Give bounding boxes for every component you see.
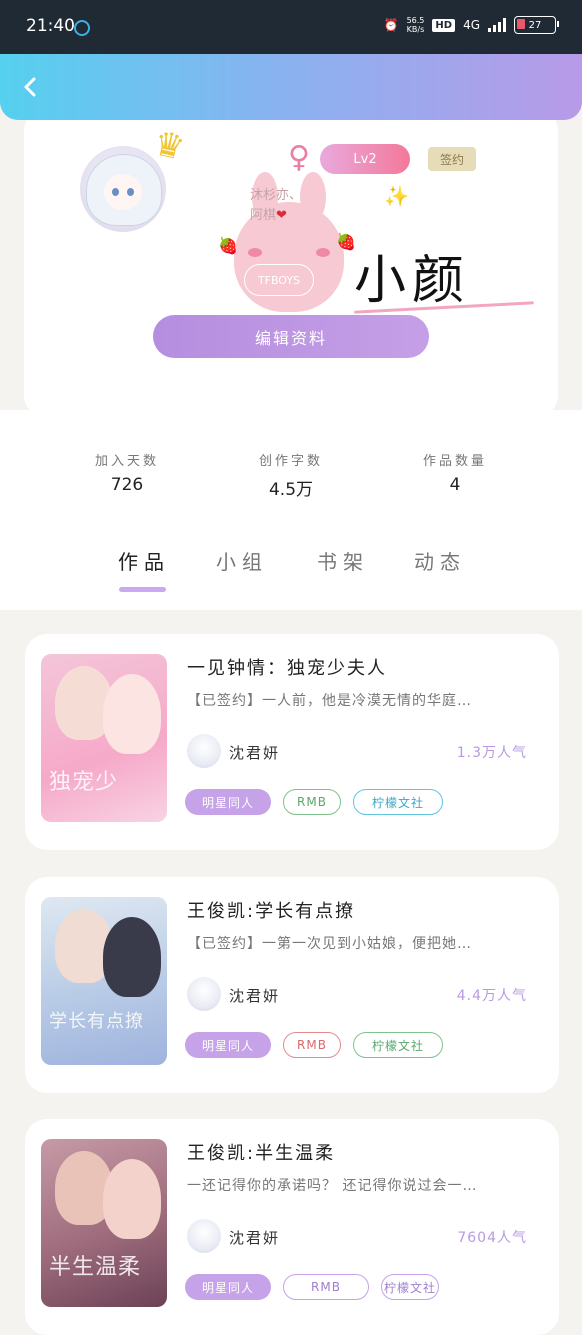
- stat-label: 加入天数: [94, 454, 159, 469]
- popularity-count: 1.3万人气: [456, 745, 527, 761]
- notification-icon: [74, 20, 90, 36]
- female-icon: ♀: [288, 140, 310, 175]
- nickname: 小颜: [354, 251, 471, 311]
- network-speed: 56.5 KB/s: [407, 16, 425, 34]
- author-name: 沈君妍: [229, 744, 281, 762]
- tag-publisher[interactable]: 柠檬文社: [353, 789, 443, 815]
- signed-badge: 签约: [428, 147, 476, 171]
- edit-profile-button[interactable]: 编辑资料: [153, 315, 429, 358]
- profile-card: ♛ 🍓 🍓 沐杉亦、 阿棋❤ TFBOYS ✨ ♀ Lv2 签约 小颜 编辑资料: [24, 110, 558, 416]
- stat-works-count: 作品数量 4: [385, 450, 525, 495]
- hd-icon: HD: [432, 18, 456, 32]
- author-name: 沈君妍: [229, 987, 281, 1005]
- book-card[interactable]: 独宠少 一见钟情：独宠少夫人 【已签约】一人前，他是冷漠无情的华庭… 沈君妍 1…: [25, 634, 559, 850]
- network-type: 4G: [463, 18, 480, 32]
- level-badge: Lv2: [320, 144, 410, 174]
- book-card[interactable]: 半生温柔 王俊凯:半生温柔 一还记得你的承诺吗？ 还记得你说过会一… 沈君妍 7…: [25, 1119, 559, 1335]
- cover-title: 独宠少: [49, 770, 119, 795]
- tab-works[interactable]: 作品: [118, 546, 170, 575]
- stat-label: 创作字数: [258, 454, 323, 469]
- strawberry-icon: 🍓: [218, 236, 238, 255]
- tag-payment[interactable]: RMB: [283, 789, 341, 815]
- strawberry-icon: 🍓: [336, 232, 356, 251]
- battery-level: 27: [528, 19, 542, 31]
- decoration-line-2: 阿棋: [250, 208, 277, 223]
- cover-title: 学长有点撩: [49, 1011, 144, 1032]
- book-title[interactable]: 王俊凯:半生温柔: [187, 1139, 335, 1165]
- author-name: 沈君妍: [229, 1229, 281, 1247]
- book-cover[interactable]: 学长有点撩: [41, 897, 167, 1065]
- tag-payment[interactable]: RMB: [283, 1274, 369, 1300]
- heart-icon: ❤: [276, 208, 287, 223]
- network-speed-unit: KB/s: [406, 25, 425, 34]
- status-icons: ⏰ 56.5 KB/s HD 4G 27: [383, 16, 559, 34]
- decoration-text: 沐杉亦、 阿棋❤: [250, 186, 302, 226]
- decoration-tag: TFBOYS: [244, 264, 314, 296]
- tab-groups[interactable]: 小组: [216, 546, 268, 575]
- stat-value: 726: [110, 475, 144, 495]
- tab-bookshelf[interactable]: 书架: [317, 546, 369, 575]
- signal-icon: [488, 18, 506, 32]
- active-tab-indicator: [119, 587, 166, 592]
- battery-icon: 27: [514, 16, 559, 34]
- tab-activity[interactable]: 动态: [414, 546, 466, 575]
- book-cover[interactable]: 独宠少: [41, 654, 167, 822]
- popularity-count: 4.4万人气: [456, 988, 527, 1004]
- network-speed-value: 56.5: [406, 16, 425, 25]
- status-bar: 21:40 ⏰ 56.5 KB/s HD 4G 27: [0, 0, 582, 54]
- author-avatar: [187, 977, 221, 1011]
- status-time: 21:40: [26, 16, 75, 36]
- book-cover[interactable]: 半生温柔: [41, 1139, 167, 1307]
- stat-value: 4: [449, 475, 461, 495]
- stat-value: 4.5万: [268, 480, 314, 500]
- author-avatar: [187, 1219, 221, 1253]
- book-title[interactable]: 王俊凯:学长有点撩: [187, 897, 355, 923]
- tag-category[interactable]: 明星同人: [185, 1274, 271, 1300]
- popularity-count: 7604人气: [457, 1230, 527, 1246]
- stat-word-count: 创作字数 4.5万: [221, 450, 361, 500]
- book-description: 【已签约】一人前，他是冷漠无情的华庭…: [187, 693, 472, 709]
- crown-icon: ♛: [150, 123, 189, 169]
- profile-tabs: 作品 小组 书架 动态: [0, 540, 582, 610]
- tag-category[interactable]: 明星同人: [185, 789, 271, 815]
- book-title[interactable]: 一见钟情：独宠少夫人: [187, 654, 387, 680]
- alarm-icon: ⏰: [383, 18, 399, 32]
- tag-publisher[interactable]: 柠檬文社: [353, 1032, 443, 1058]
- book-card[interactable]: 学长有点撩 王俊凯:学长有点撩 【已签约】一第一次见到小姑娘，便把她… 沈君妍 …: [25, 877, 559, 1093]
- author-avatar: [187, 734, 221, 768]
- cover-title: 半生温柔: [49, 1255, 142, 1280]
- book-description: 【已签约】一第一次见到小姑娘，便把她…: [187, 936, 472, 952]
- chevron-left-icon: [24, 77, 36, 97]
- book-description: 一还记得你的承诺吗？ 还记得你说过会一…: [187, 1178, 478, 1194]
- stats-card: 加入天数 726 创作字数 4.5万 作品数量 4: [47, 410, 535, 528]
- stat-label: 作品数量: [422, 454, 487, 469]
- tag-category[interactable]: 明星同人: [185, 1032, 271, 1058]
- back-button[interactable]: [16, 72, 46, 102]
- header-bar: [0, 54, 582, 120]
- decoration-line-1: 沐杉亦、: [250, 188, 303, 203]
- stat-join-days: 加入天数 726: [57, 450, 197, 495]
- tag-publisher[interactable]: 柠檬文社: [381, 1274, 439, 1300]
- sparkle-icon: ✨: [384, 184, 409, 208]
- tag-payment[interactable]: RMB: [283, 1032, 341, 1058]
